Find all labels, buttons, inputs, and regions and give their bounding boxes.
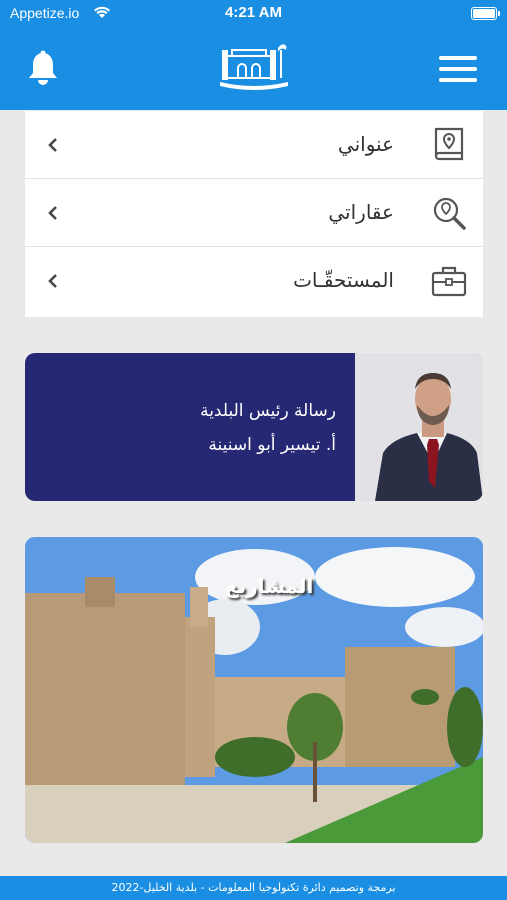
- mayor-message-card[interactable]: رسالة رئيس البلدية أ. تيسير أبو اسنينة: [25, 353, 483, 501]
- app-header: [0, 28, 507, 110]
- projects-card[interactable]: المشاريع: [25, 537, 483, 843]
- list-item-label: المستحقّـات: [293, 268, 394, 292]
- list-item-dues[interactable]: المستحقّـات: [25, 247, 483, 315]
- projects-title: المشاريع: [225, 574, 314, 598]
- list-item-label: عقاراتي: [328, 200, 394, 224]
- mayor-card-title: رسالة رئيس البلدية: [200, 401, 336, 421]
- status-bar: Appetize.io 4:21 AM: [0, 0, 507, 28]
- briefcase-icon: [431, 266, 467, 297]
- municipality-logo: [220, 44, 288, 90]
- battery-icon: [471, 7, 500, 20]
- hamburger-menu-icon[interactable]: [439, 56, 477, 82]
- property-search-icon: [433, 197, 466, 230]
- location-book-icon: [434, 127, 464, 161]
- services-list: عنواني عقاراتي المستحقّـات: [25, 111, 483, 317]
- chevron-left-icon: [48, 274, 57, 288]
- list-item-properties[interactable]: عقاراتي: [25, 179, 483, 247]
- list-item-label: عنواني: [337, 132, 394, 156]
- mayor-name: أ. تيسير أبو اسنينة: [208, 435, 336, 455]
- clock: 4:21 AM: [225, 4, 282, 21]
- chevron-left-icon: [48, 138, 57, 152]
- chevron-left-icon: [48, 206, 57, 220]
- bell-icon[interactable]: [26, 50, 60, 86]
- mayor-photo: [355, 353, 483, 501]
- footer-credit: برمجة وتصميم دائرة تكنولوجيا المعلومات -…: [0, 876, 507, 900]
- list-item-address[interactable]: عنواني: [25, 111, 483, 179]
